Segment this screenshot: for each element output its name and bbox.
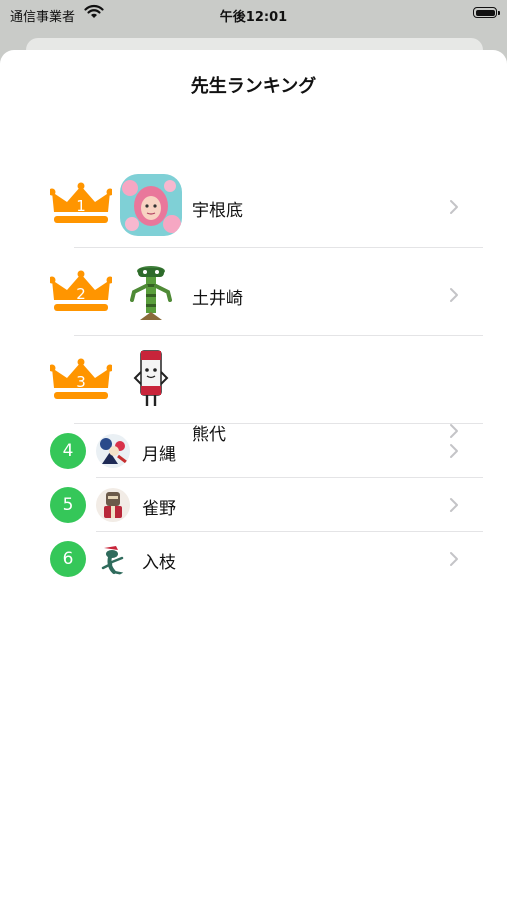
ranking-row-5[interactable]: 5 雀野 (0, 478, 507, 532)
chevron-right-icon (450, 498, 458, 512)
rank-number: 2 (76, 285, 86, 303)
ranking-row-6[interactable]: 6 入枝 (0, 532, 507, 586)
crown-icon: 3 (50, 358, 112, 406)
chevron-right-icon (450, 552, 458, 566)
status-bar: 通信事業者 午後12:01 (0, 0, 507, 28)
ranking-row-2[interactable]: 2 土井崎 (0, 248, 507, 336)
knight-character-avatar-icon (96, 488, 130, 522)
crown-icon: 1 (50, 182, 112, 230)
chevron-right-icon (450, 288, 458, 302)
rank-number: 3 (76, 373, 86, 391)
page-title: 先生ランキング (190, 76, 317, 97)
teacher-name: 入枝 (142, 553, 176, 573)
ranking-row-1[interactable]: 1 宇根底 (0, 166, 507, 248)
status-time: 午後12:01 (219, 10, 288, 25)
boxy-character-avatar-icon (120, 348, 182, 410)
teacher-name: 土井崎 (192, 289, 243, 309)
ranking-row-3[interactable]: 3 熊代 (0, 336, 507, 445)
rank-badge: 6 (50, 541, 86, 577)
teacher-name: 宇根底 (192, 201, 243, 221)
rank-badge: 5 (50, 487, 86, 523)
cartoon-character-avatar-icon (96, 434, 130, 468)
teacher-name: 月縄 (142, 445, 176, 465)
pink-creature-avatar-icon (120, 174, 182, 236)
chevron-right-icon (450, 200, 458, 214)
battery-icon (473, 7, 500, 18)
ranking-sheet: 先生ランキング 1 宇根底 2 土井崎 3 熊代 4 月縄 5 雀野 6 入枝 (0, 50, 507, 910)
rank-number: 1 (76, 197, 86, 215)
chevron-right-icon (450, 444, 458, 458)
green-totem-robot-avatar-icon (120, 262, 182, 324)
rank-badge: 4 (50, 433, 86, 469)
teacher-name: 雀野 (142, 499, 176, 519)
ranking-row-4[interactable]: 4 月縄 (0, 424, 507, 478)
lizard-character-avatar-icon (96, 542, 130, 576)
crown-icon: 2 (50, 270, 112, 318)
